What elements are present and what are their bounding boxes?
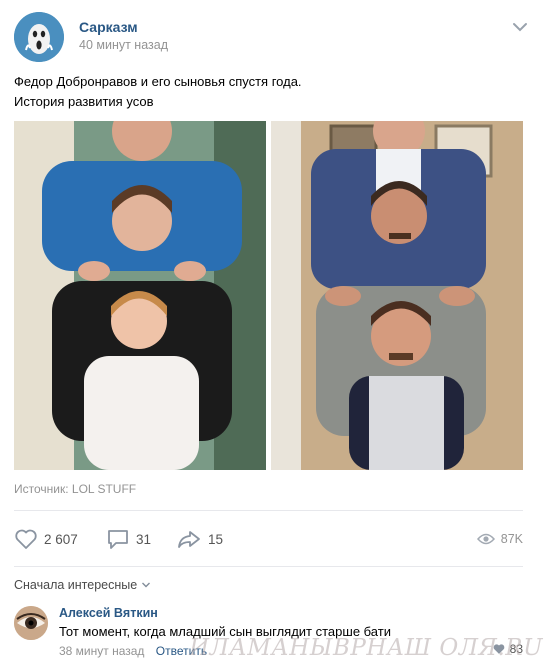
post-actions: 2 607 31 15 87K [14,526,523,552]
comments-sort-label: Сначала интересные [14,578,138,592]
post-source[interactable]: Источник: LOL STUFF [14,482,136,496]
commenter-avatar[interactable] [14,606,48,640]
photo-grid [14,121,523,470]
like-count: 2 607 [44,531,78,547]
comment-author[interactable]: Алексей Вяткин [59,606,158,620]
watermark: ИЛАМАНЫВРНАШ ОЛЯ.RU [189,635,543,661]
comment-count: 31 [136,531,152,547]
scream-face-icon [14,12,64,62]
heart-icon [15,529,37,549]
post-timestamp[interactable]: 40 минут назад [79,38,168,52]
share-arrow-icon [178,531,200,548]
eye-closeup-icon [14,606,48,640]
post-menu-chevron-icon[interactable] [509,18,531,36]
post-header: Сарказм 40 минут назад [14,12,535,62]
post-text-line-2: История развития усов [14,94,154,109]
comment-button[interactable]: 31 [106,526,151,552]
comments-sort-dropdown[interactable]: Сначала интересные [14,578,151,592]
view-count: 87K [500,532,523,546]
share-button[interactable]: 15 [176,526,223,552]
group-name[interactable]: Сарказм [79,19,138,35]
photo-then[interactable] [14,121,266,470]
chevron-down-icon [142,582,151,588]
post-text-line-1: Федор Добронравов и его сыновья спустя г… [14,74,302,89]
share-count: 15 [208,531,224,547]
comment-icon [108,530,128,549]
like-button[interactable]: 2 607 [14,526,78,552]
group-avatar[interactable] [14,12,64,62]
divider [14,510,523,511]
eye-icon [476,533,495,545]
divider [14,566,523,567]
post-text: Федор Добронравов и его сыновья спустя г… [14,72,535,112]
photo-now[interactable] [271,121,523,470]
view-counter: 87K [476,526,523,552]
comment-meta: 38 минут назад Ответить [59,644,207,658]
comment-timestamp[interactable]: 38 минут назад [59,644,144,658]
